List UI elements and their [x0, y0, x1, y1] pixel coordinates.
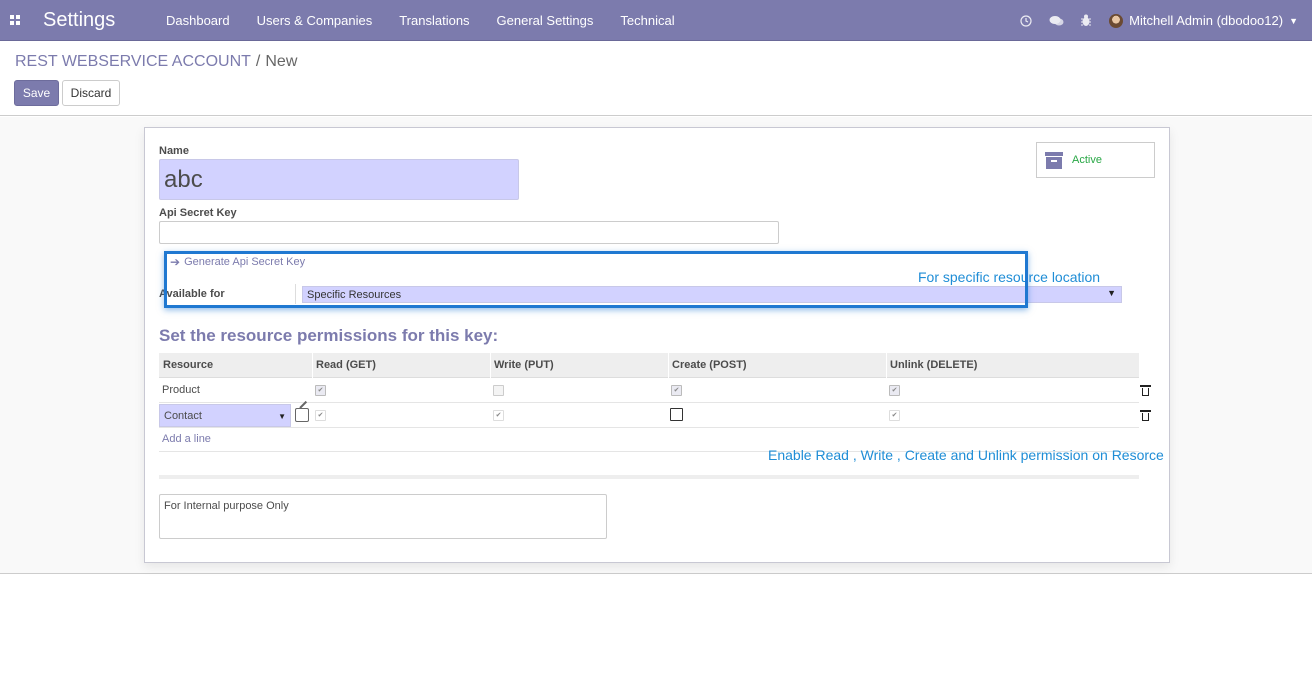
table-row[interactable]: Product ✔ ✔ ✔	[159, 378, 1151, 403]
checkbox-read[interactable]: ✔	[315, 385, 326, 396]
table-row[interactable]: Contact ▼ ✔ ✔ ✔	[159, 403, 1151, 428]
checkbox-unlink[interactable]: ✔	[889, 410, 900, 421]
menu-general-settings[interactable]: General Settings	[497, 13, 594, 28]
checkbox-create[interactable]: ✔	[671, 385, 682, 396]
table-footer	[159, 475, 1139, 479]
checkbox-write[interactable]	[493, 385, 504, 396]
header-divider	[490, 353, 491, 378]
apps-menu-icon[interactable]	[10, 15, 20, 25]
user-menu[interactable]: Mitchell Admin (dbodoo12) ▼	[1109, 13, 1298, 28]
chevron-down-icon: ▼	[1289, 15, 1298, 26]
row-resource-select[interactable]: Contact ▼	[159, 404, 291, 427]
external-link-icon[interactable]	[295, 408, 309, 422]
trash-icon[interactable]	[1140, 410, 1151, 421]
name-label: Name	[159, 145, 189, 157]
menu-users-companies[interactable]: Users & Companies	[257, 13, 373, 28]
annotation-permissions: Enable Read , Write , Create and Unlink …	[768, 447, 1164, 463]
discard-button[interactable]: Discard	[62, 80, 120, 106]
header-write[interactable]: Write (PUT)	[494, 359, 554, 371]
chat-icon[interactable]	[1041, 15, 1071, 27]
archive-icon	[1045, 151, 1063, 169]
breadcrumb-root[interactable]: REST WEBSERVICE ACCOUNT	[15, 53, 251, 70]
annotation-highlight-box	[164, 251, 1028, 308]
header-resource[interactable]: Resource	[163, 359, 213, 371]
checkbox-read[interactable]: ✔	[315, 410, 326, 421]
main-menu: Dashboard Users & Companies Translations…	[157, 13, 693, 28]
header-divider	[668, 353, 669, 378]
permissions-table: Resource Read (GET) Write (PUT) Create (…	[159, 353, 1151, 452]
checkbox-create[interactable]	[670, 408, 683, 421]
menu-dashboard[interactable]: Dashboard	[166, 13, 230, 28]
active-label: Active	[1072, 154, 1102, 166]
header-unlink[interactable]: Unlink (DELETE)	[890, 359, 977, 371]
notes-textarea[interactable]: For Internal purpose Only	[159, 494, 607, 539]
systray: Mitchell Admin (dbodoo12) ▼	[1011, 0, 1312, 41]
user-name: Mitchell Admin (dbodoo12)	[1129, 13, 1284, 28]
caret-down-icon: ▼	[1107, 288, 1116, 298]
row-resource: Contact	[164, 409, 202, 422]
header-read[interactable]: Read (GET)	[316, 359, 376, 371]
form-content: Name Api Secret Key ➔ Generate Api Secre…	[0, 117, 1312, 574]
breadcrumb-separator: /	[255, 53, 261, 70]
top-navbar: Settings Dashboard Users & Companies Tra…	[0, 0, 1312, 41]
header-divider	[312, 353, 313, 378]
notes-placeholder: For Internal purpose Only	[164, 500, 289, 512]
table-header: Resource Read (GET) Write (PUT) Create (…	[159, 353, 1139, 378]
header-create[interactable]: Create (POST)	[672, 359, 747, 371]
save-button[interactable]: Save	[14, 80, 59, 106]
caret-down-icon: ▼	[278, 412, 286, 421]
name-input[interactable]	[159, 159, 519, 200]
app-brand: Settings	[43, 9, 116, 31]
active-toggle-button[interactable]: Active	[1036, 142, 1155, 178]
menu-technical[interactable]: Technical	[620, 13, 674, 28]
header-divider	[886, 353, 887, 378]
bug-icon[interactable]	[1071, 14, 1101, 27]
secret-key-label: Api Secret Key	[159, 207, 237, 219]
trash-icon[interactable]	[1140, 385, 1151, 396]
control-panel: REST WEBSERVICE ACCOUNT / New Save Discard	[0, 41, 1312, 116]
row-resource[interactable]: Product	[162, 384, 200, 396]
clock-icon[interactable]	[1011, 14, 1041, 27]
breadcrumb: REST WEBSERVICE ACCOUNT / New	[15, 53, 297, 71]
form-sheet: Name Api Secret Key ➔ Generate Api Secre…	[144, 127, 1170, 563]
menu-translations[interactable]: Translations	[399, 13, 469, 28]
breadcrumb-current: New	[265, 53, 298, 70]
checkbox-unlink[interactable]: ✔	[889, 385, 900, 396]
secret-key-input[interactable]	[159, 221, 779, 244]
section-title: Set the resource permissions for this ke…	[159, 326, 499, 345]
add-line-link[interactable]: Add a line	[162, 433, 211, 445]
checkbox-write[interactable]: ✔	[493, 410, 504, 421]
avatar	[1109, 13, 1124, 28]
